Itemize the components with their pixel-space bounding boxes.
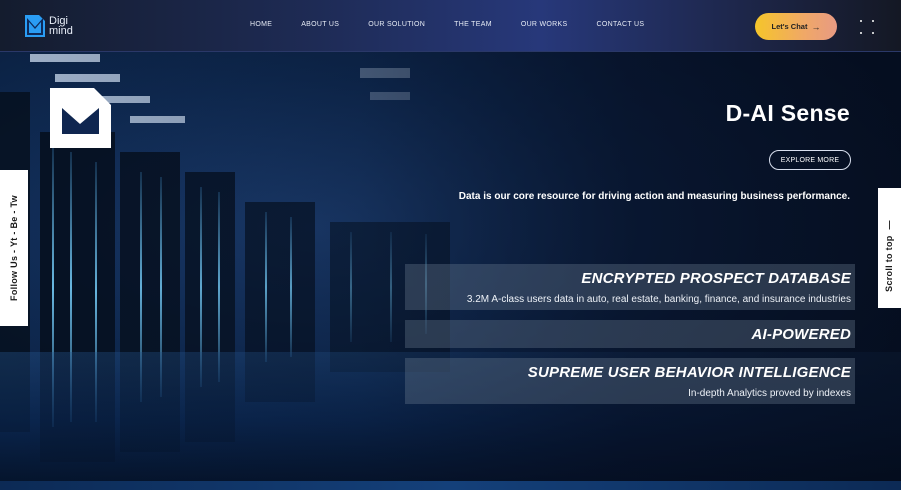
top-navbar: Digi mind HOME ABOUT US OUR SOLUTION THE…	[0, 0, 901, 52]
scroll-to-top-text: Scroll to top	[884, 235, 894, 292]
follow-us-tab: Follow Us - Yt - Be - Tw	[0, 170, 28, 326]
explore-more-button[interactable]: EXPLORE MORE	[769, 150, 851, 170]
menu-dot	[860, 20, 862, 22]
scroll-to-top-label: Scroll to top —	[884, 220, 894, 292]
hero-logo-mark-icon	[50, 88, 111, 148]
brand-name-line2: mind	[49, 25, 73, 37]
hero-tagline: Data is our core resource for driving ac…	[458, 191, 850, 202]
nav-the-team[interactable]: THE TEAM	[454, 21, 492, 28]
brand-logo[interactable]: Digi mind	[25, 14, 85, 38]
hero-section: D-AI Sense EXPLORE MORE Data is our core…	[0, 52, 901, 490]
brand-name: Digi mind	[49, 16, 73, 37]
brand-logo-icon	[25, 15, 45, 37]
arrow-right-icon: →	[811, 21, 821, 32]
lets-chat-button[interactable]: Let's Chat →	[755, 13, 837, 40]
feature-title: ENCRYPTED PROSPECT DATABASE	[581, 270, 851, 287]
nav-about-us[interactable]: ABOUT US	[301, 21, 339, 28]
follow-us-label[interactable]: Follow Us - Yt - Be - Tw	[9, 195, 19, 301]
hero-title: D-AI Sense	[725, 100, 850, 126]
menu-dot	[872, 20, 874, 22]
nav-our-works[interactable]: OUR WORKS	[521, 21, 568, 28]
next-section-edge	[0, 481, 901, 490]
feature-card-user-behavior: SUPREME USER BEHAVIOR INTELLIGENCE In-de…	[405, 358, 855, 404]
dots-grid-icon[interactable]	[860, 20, 874, 34]
feature-description: 3.2M A-class users data in auto, real es…	[466, 294, 851, 305]
nav-our-solution[interactable]: OUR SOLUTION	[368, 21, 425, 28]
feature-title: AI-POWERED	[751, 326, 851, 343]
nav-menu: HOME ABOUT US OUR SOLUTION THE TEAM OUR …	[250, 21, 673, 28]
feature-card-ai-powered: AI-POWERED	[405, 320, 855, 348]
nav-home[interactable]: HOME	[250, 21, 272, 28]
scroll-to-top-tab[interactable]: Scroll to top —	[878, 188, 901, 308]
menu-dot	[860, 32, 862, 34]
feature-description: In-depth Analytics proved by indexes	[688, 388, 851, 399]
nav-contact-us[interactable]: CONTACT US	[596, 21, 644, 28]
menu-dot	[872, 32, 874, 34]
scroll-dash-icon: —	[884, 220, 894, 230]
feature-card-encrypted-database: ENCRYPTED PROSPECT DATABASE 3.2M A-class…	[405, 264, 855, 310]
lets-chat-label: Let's Chat	[771, 22, 808, 31]
feature-title: SUPREME USER BEHAVIOR INTELLIGENCE	[527, 364, 851, 381]
